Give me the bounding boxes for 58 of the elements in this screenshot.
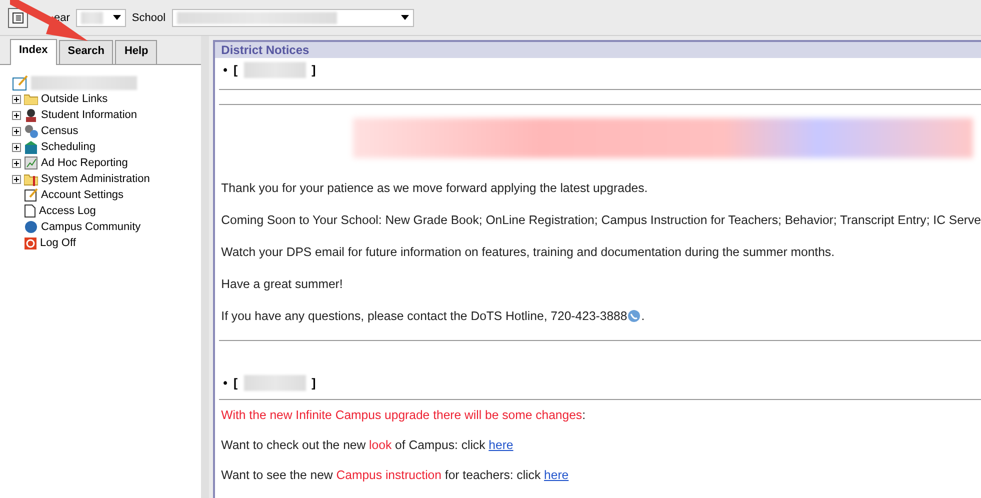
redacted-text: [80, 12, 103, 24]
notice-text: If you have any questions, please contact the DoTS Hotline, 720-423-3888: [221, 309, 628, 323]
year-dropdown[interactable]: [76, 8, 126, 26]
expand-icon[interactable]: [13, 176, 20, 182]
caret-icon: [112, 15, 121, 20]
notepad-icon: [12, 75, 28, 91]
power-icon: [24, 236, 37, 250]
bracket: [: [233, 376, 238, 390]
redacted-text: [244, 375, 306, 391]
nav-tab[interactable]: Help: [115, 40, 158, 64]
expand-icon[interactable]: [13, 160, 20, 166]
notice-text: Want to see the new Campus instruction for teachers: click here: [221, 468, 569, 482]
tree-item[interactable]: Ad Hoc Reporting: [41, 157, 128, 169]
cloud-icon: [24, 220, 38, 234]
tree-item[interactable]: Scheduling: [41, 141, 96, 153]
bracket: ]: [312, 63, 316, 77]
notice-text: With the new Infinite Campus upgrade there will be some changes:: [221, 408, 586, 422]
chart-icon: [24, 156, 38, 170]
tree-item[interactable]: Student Information: [41, 109, 138, 121]
expand-icon[interactable]: [13, 144, 20, 150]
building-icon: [24, 140, 38, 154]
tree-item[interactable]: System Administration: [41, 173, 150, 185]
expand-icon[interactable]: [13, 112, 20, 118]
expand-icon[interactable]: [13, 128, 20, 134]
tree-item[interactable]: Log Off: [40, 237, 76, 249]
notice-text: Want to check out the new look of Campus: click here: [221, 438, 514, 452]
notice-text: Have a great summer!: [221, 277, 343, 291]
expand-icon[interactable]: [13, 96, 20, 102]
tree-item[interactable]: Access Log: [39, 205, 96, 217]
tree-item[interactable]: Campus Community: [41, 221, 141, 233]
period: .: [641, 309, 645, 323]
list-icon: [12, 12, 24, 24]
redacted-text: [244, 62, 306, 78]
tree-item[interactable]: Outside Links: [41, 93, 108, 105]
notice-text: Coming Soon to Your School: New Grade Book; OnLine Registration; Campus Instruction for Teachers; Behavior; Transcript Entry; IC Serve: [221, 213, 981, 227]
caret-icon: [400, 15, 409, 20]
tree-item[interactable]: Census: [41, 125, 78, 137]
here-link[interactable]: here: [544, 468, 569, 482]
folder-tools-icon: [24, 172, 38, 186]
bracket: ]: [312, 376, 316, 390]
bullet: •: [223, 63, 228, 77]
here-link[interactable]: here: [488, 438, 514, 452]
bracket: [: [233, 63, 238, 77]
nav-tab[interactable]: Index: [10, 39, 57, 65]
notice-text: Watch your DPS email for future information on features, training and documentation during the summer months.: [221, 245, 834, 259]
notice-text: Thank you for your patience as we move forward applying the latest upgrades.: [221, 181, 648, 195]
school-label: School: [132, 12, 166, 24]
nav-tab[interactable]: Search: [58, 40, 114, 64]
tree-item[interactable]: Account Settings: [41, 189, 124, 201]
folder-icon: [24, 93, 38, 105]
page-icon: [24, 204, 36, 218]
people-icon: [24, 124, 38, 138]
bullet: •: [223, 376, 228, 390]
section-header: District Notices: [215, 42, 981, 58]
panel-toggle-button[interactable]: [8, 8, 28, 28]
person-icon: [24, 108, 38, 122]
phone-icon: [627, 309, 642, 323]
notepad-icon: [24, 188, 38, 202]
